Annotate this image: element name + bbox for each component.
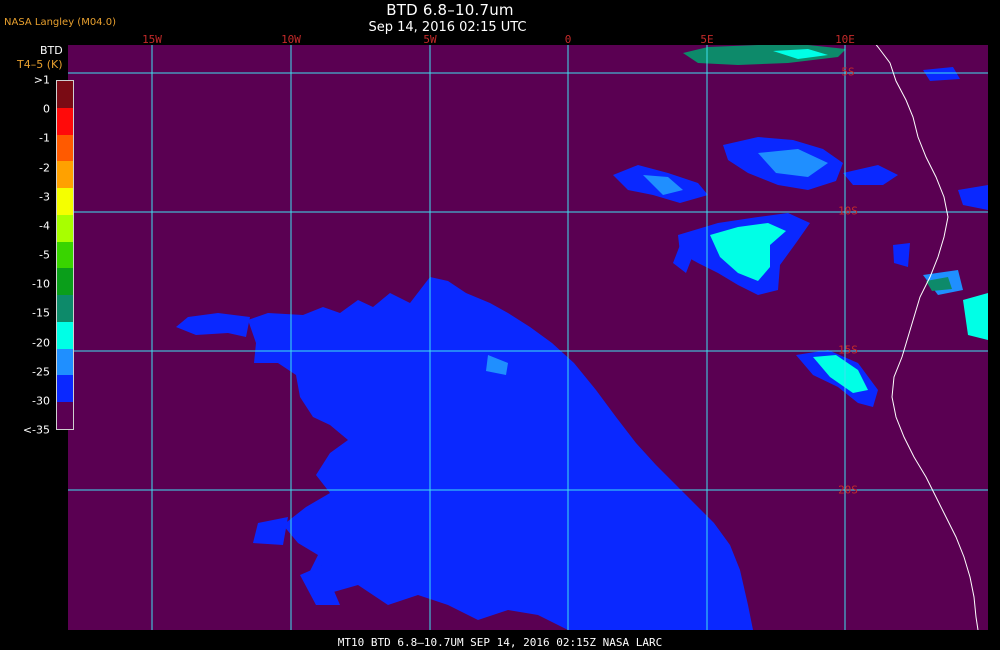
legend-label: -4 bbox=[39, 219, 50, 233]
legend-label: -3 bbox=[39, 190, 50, 204]
lon-label-10w: 10W bbox=[281, 33, 301, 46]
legend-units: T4–5 (K) bbox=[17, 58, 63, 71]
image-title: BTD 6.8–10.7um bbox=[386, 1, 514, 19]
legend-swatch bbox=[57, 107, 73, 135]
lon-label-5e: 5E bbox=[700, 33, 714, 46]
legend-label: -20 bbox=[32, 336, 50, 349]
legend-swatch bbox=[57, 268, 73, 296]
legend-swatch bbox=[57, 241, 73, 269]
legend-title: BTD bbox=[40, 44, 63, 57]
legend-swatch bbox=[57, 214, 73, 242]
legend-label: -15 bbox=[32, 306, 50, 320]
legend-label: -1 bbox=[39, 131, 50, 145]
lon-label-10e: 10E bbox=[835, 33, 855, 46]
image-timestamp: Sep 14, 2016 02:15 UTC bbox=[368, 20, 527, 35]
legend-label: -30 bbox=[32, 394, 50, 408]
legend-label: -2 bbox=[39, 161, 50, 174]
lon-label-15w: 15W bbox=[142, 33, 162, 46]
lat-label-15s: 15S bbox=[838, 343, 858, 357]
legend-swatch bbox=[57, 348, 73, 376]
legend-swatch bbox=[57, 375, 73, 403]
lat-label-5s: 5S bbox=[841, 65, 855, 79]
legend-label: >1 bbox=[33, 73, 50, 87]
legend-swatch bbox=[57, 321, 73, 349]
lat-label-10s: 10S bbox=[838, 204, 858, 218]
legend-swatch bbox=[57, 134, 73, 162]
legend-label: -10 bbox=[32, 277, 50, 291]
lon-label-0: 0 bbox=[564, 33, 572, 46]
satellite-image-view: NASA Langley (M04.0) BTD 6.8–10.7um Sep … bbox=[0, 0, 1000, 650]
btd-map bbox=[68, 45, 988, 630]
legend-label: <-35 bbox=[22, 423, 50, 437]
color-legend-bar bbox=[56, 80, 74, 430]
lat-label-20s: 20S bbox=[838, 483, 858, 497]
legend-label: -25 bbox=[32, 365, 50, 379]
legend-swatch bbox=[57, 402, 73, 429]
legend-swatch bbox=[57, 161, 73, 189]
legend-swatch bbox=[57, 295, 73, 322]
legend-label: 0 bbox=[43, 102, 50, 116]
legend-swatch bbox=[57, 81, 73, 108]
legend-label: -5 bbox=[39, 248, 50, 262]
footer-caption: MT10 BTD 6.8–10.7UM SEP 14, 2016 02:15Z … bbox=[337, 636, 663, 649]
legend-swatch bbox=[57, 188, 73, 215]
lon-label-5w: 5W bbox=[423, 33, 437, 46]
